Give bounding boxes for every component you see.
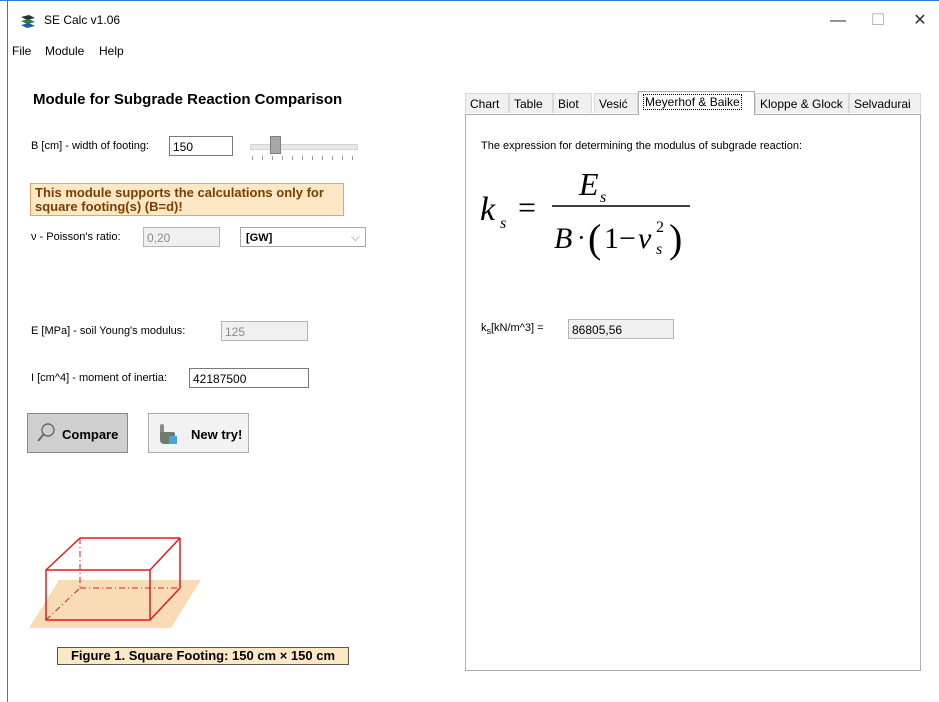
- svg-text:E: E: [578, 166, 599, 202]
- poisson-input: 0,20: [143, 227, 220, 247]
- menu-module[interactable]: Module: [45, 44, 84, 58]
- subgrade-reaction-formula: k s = E s B · ( 1− ν 2 s ): [480, 166, 690, 261]
- module-title: Module for Subgrade Reaction Comparison: [33, 91, 343, 108]
- warning-line-2: square footing(s) (B=d)!: [35, 199, 183, 214]
- soil-type-select[interactable]: [GW] ⌵: [240, 227, 366, 247]
- hand-pointer-icon: [160, 424, 177, 444]
- young-modulus-label: E [MPa] - soil Young's modulus:: [31, 325, 186, 337]
- poisson-label: ν - Poisson's ratio:: [31, 231, 121, 243]
- svg-text:s: s: [600, 189, 606, 206]
- width-label: B [cm] - width of footing:: [31, 140, 149, 152]
- formula-description: The expression for determining the modul…: [481, 140, 803, 152]
- square-footing-warning: This module supports the calculations on…: [30, 183, 344, 216]
- soil-type-value: [GW]: [246, 232, 273, 244]
- ks-result-output: 86805,56: [568, 319, 674, 339]
- title-bar[interactable]: SE Calc v1.06 — ☐ ✕: [8, 1, 939, 39]
- tab-meyerhof-baike[interactable]: Meyerhof & Baike: [638, 91, 755, 115]
- menu-help[interactable]: Help: [99, 44, 124, 58]
- chevron-down-icon: ⌵: [350, 230, 360, 244]
- svg-text:B: B: [554, 222, 572, 255]
- warning-line-1: This module supports the calculations on…: [35, 185, 324, 200]
- width-input[interactable]: 150: [169, 136, 233, 156]
- new-try-label: New try!: [191, 427, 243, 442]
- width-slider-thumb[interactable]: [270, 136, 281, 154]
- figure-caption: Figure 1. Square Footing: 150 cm × 150 c…: [57, 647, 349, 665]
- svg-text:(: (: [588, 216, 601, 261]
- svg-text:1−: 1−: [604, 222, 636, 255]
- tab-kloppe-glock[interactable]: Kloppe & Glock: [755, 93, 849, 113]
- maximize-button[interactable]: ☐: [855, 7, 901, 35]
- tab-vesic-label: Vesić: [599, 97, 628, 111]
- ks-result-label: ks[kN/m^3] =: [481, 322, 544, 336]
- menu-bar: File Module Help: [8, 40, 939, 62]
- menu-file[interactable]: File: [12, 44, 31, 58]
- app-window: SE Calc v1.06 — ☐ ✕ File Module Help Mod…: [0, 0, 939, 702]
- tab-biot-label: Biot: [558, 97, 579, 111]
- svg-text:s: s: [500, 215, 506, 232]
- square-footing-illustration: [29, 537, 201, 628]
- svg-text:s: s: [656, 241, 662, 258]
- tab-vesic[interactable]: Vesić: [594, 93, 638, 113]
- svg-text:k: k: [480, 191, 496, 228]
- width-slider-track[interactable]: [250, 144, 358, 150]
- footing-base-plane: [29, 580, 201, 628]
- svg-text:): ): [669, 216, 682, 261]
- window-border-left: [7, 0, 8, 702]
- close-button[interactable]: ✕: [897, 7, 939, 35]
- moment-inertia-label: I [cm^4] - moment of inertia:: [31, 372, 167, 384]
- tab-kloppe-glock-label: Kloppe & Glock: [760, 97, 843, 111]
- window-title: SE Calc v1.06: [44, 13, 121, 27]
- tab-table[interactable]: Table: [509, 93, 553, 113]
- compare-button[interactable]: Compare: [27, 413, 128, 453]
- svg-text:·: ·: [577, 223, 586, 252]
- moment-inertia-input[interactable]: 42187500: [189, 368, 309, 388]
- app-logo-icon: [21, 15, 35, 28]
- tab-meyerhof-baike-label: Meyerhof & Baike: [643, 94, 742, 110]
- tab-selvadurai-label: Selvadurai: [854, 97, 911, 111]
- compare-label: Compare: [62, 427, 119, 442]
- tab-selvadurai[interactable]: Selvadurai: [849, 93, 921, 113]
- ks-label-unit: [kN/m^3] =: [491, 322, 544, 334]
- svg-text:2: 2: [656, 219, 664, 236]
- tab-biot[interactable]: Biot: [553, 93, 592, 113]
- tab-chart[interactable]: Chart: [465, 93, 509, 113]
- tab-table-label: Table: [514, 97, 543, 111]
- svg-text:ν: ν: [638, 222, 652, 255]
- svg-text:=: =: [518, 189, 536, 225]
- new-try-button[interactable]: New try!: [148, 413, 249, 453]
- tab-chart-label: Chart: [470, 97, 500, 111]
- young-modulus-input: 125: [221, 321, 308, 341]
- width-slider-ticks: [252, 156, 356, 160]
- magnifier-icon: [37, 423, 55, 442]
